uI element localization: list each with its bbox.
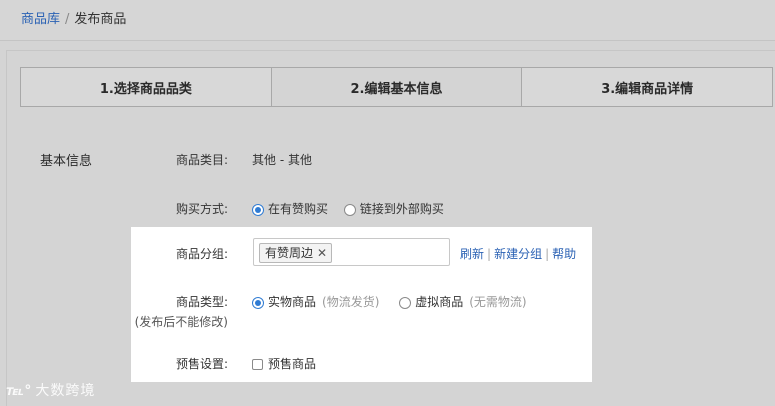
purchase-option-youzan[interactable]: 在有赞购买 <box>252 202 328 216</box>
purchase-option-youzan-label: 在有赞购买 <box>268 202 329 216</box>
checkbox-icon[interactable] <box>252 359 263 370</box>
type-option-virtual-label: 虚拟商品 <box>415 295 464 309</box>
link-separator: | <box>487 247 492 261</box>
step-edit-basic-info[interactable]: 2.编辑基本信息 <box>271 68 523 106</box>
group-links: 刷新 | 新建分组 | 帮助 <box>460 245 576 262</box>
category-label: 商品类目: <box>175 153 228 167</box>
step-tabs: 1.选择商品品类 2.编辑基本信息 3.编辑商品详情 <box>20 67 773 107</box>
close-icon[interactable]: ✕ <box>317 246 327 260</box>
radio-unchecked-icon[interactable] <box>399 297 412 309</box>
type-option-virtual[interactable]: 虚拟商品 (无需物流) <box>399 295 527 309</box>
purchase-option-external-label: 链接到外部购买 <box>359 202 444 216</box>
purchase-method-options: 在有赞购买 链接到外部购买 <box>252 200 456 217</box>
presale-option[interactable]: 预售商品 <box>252 355 316 372</box>
section-title: 基本信息 <box>40 154 93 169</box>
breadcrumb: 商品库 / 发布商品 <box>21 8 126 27</box>
category-value: 其他 - 其他 <box>252 153 312 167</box>
refresh-link[interactable]: 刷新 <box>460 247 484 261</box>
type-option-virtual-hint: (无需物流) <box>469 295 527 309</box>
step-select-category[interactable]: 1.选择商品品类 <box>21 68 272 106</box>
purchase-method-label: 购买方式: <box>175 202 228 216</box>
product-type-options: 实物商品 (物流发货) 虚拟商品 (无需物流) <box>252 293 539 310</box>
radio-unchecked-icon[interactable] <box>343 204 356 216</box>
help-link[interactable]: 帮助 <box>552 247 576 261</box>
product-type-label: 商品类型: <box>175 295 228 309</box>
radio-checked-icon[interactable] <box>252 204 264 216</box>
purchase-option-external[interactable]: 链接到外部购买 <box>343 202 444 216</box>
breadcrumb-link-product-library[interactable]: 商品库 <box>21 12 60 27</box>
breadcrumb-separator: / <box>65 12 70 27</box>
type-option-physical-label: 实物商品 <box>268 295 317 309</box>
product-type-sublabel: (发布后不能修改) <box>134 315 228 329</box>
group-label: 商品分组: <box>175 247 228 261</box>
watermark-logo: ℡° <box>6 383 33 399</box>
radio-checked-icon[interactable] <box>252 297 264 309</box>
link-separator: | <box>545 247 550 261</box>
top-bar: 商品库 / 发布商品 <box>0 0 775 41</box>
breadcrumb-current: 发布商品 <box>74 12 127 27</box>
type-option-physical[interactable]: 实物商品 (物流发货) <box>252 295 379 309</box>
presale-label: 预售设置: <box>175 357 228 371</box>
watermark-text: 大数跨境 <box>35 383 96 399</box>
step-edit-details[interactable]: 3.编辑商品详情 <box>522 68 772 106</box>
group-tag-input[interactable]: 有赞周边 ✕ <box>253 238 450 266</box>
type-option-physical-hint: (物流发货) <box>322 295 380 309</box>
group-tag: 有赞周边 ✕ <box>259 243 333 263</box>
new-group-link[interactable]: 新建分组 <box>494 247 542 261</box>
presale-checkbox-label: 预售商品 <box>268 357 317 371</box>
group-tag-label: 有赞周边 <box>265 246 314 260</box>
watermark: ℡° 大数跨境 <box>6 380 95 400</box>
